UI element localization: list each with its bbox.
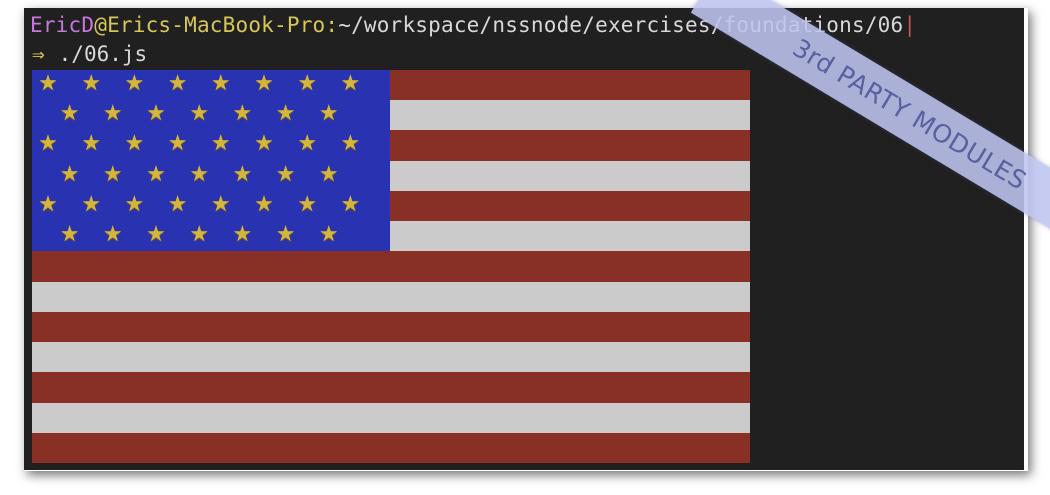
flag-stripe-red <box>32 311 750 343</box>
star-icon: ★ <box>340 131 361 157</box>
flag-canton: ★ ★ ★ ★ ★ ★ ★ ★ ★ ★ ★ ★ ★ ★ ★ ★ ★ ★ ★ ★ ★ ★ ★ ★ ★ ★ ★ ★ ★ ★ ★ ★ ★ ★ ★ ★ ★ ★ ★ ★… <box>32 70 390 251</box>
star-icon: ★ <box>146 101 166 127</box>
star-icon: ★ <box>275 161 296 187</box>
star-icon: ★ <box>232 101 253 127</box>
star-icon: ★ <box>275 222 296 247</box>
shell-prompt: EricD@Erics-MacBook-Pro:~/workspace/nssn… <box>30 10 916 40</box>
star-icon: ★ <box>81 131 102 157</box>
star-icon: ★ <box>124 191 145 217</box>
us-flag-output: ★ ★ ★ ★ ★ ★ ★ ★ ★ ★ ★ ★ ★ ★ ★ ★ ★ ★ ★ ★ ★ ★ ★ ★ ★ ★ ★ ★ ★ ★ ★ ★ ★ ★ ★ ★ ★ ★ ★ ★… <box>32 70 750 464</box>
flag-stripe-white <box>32 402 750 434</box>
star-icon: ★ <box>102 161 123 187</box>
star-icon: ★ <box>38 191 58 217</box>
star-icon: ★ <box>275 101 296 127</box>
star-icon: ★ <box>59 222 80 247</box>
star-icon: ★ <box>254 71 274 96</box>
star-icon: ★ <box>210 71 231 96</box>
star-icon: ★ <box>189 222 210 247</box>
prompt-user: EricD <box>30 13 95 37</box>
star-icon: ★ <box>297 71 318 96</box>
star-icon: ★ <box>59 161 80 187</box>
prompt-host: Erics-MacBook-Pro <box>107 13 326 37</box>
star-icon: ★ <box>297 131 318 157</box>
star-icon: ★ <box>124 131 145 157</box>
star-icon: ★ <box>232 161 253 187</box>
flag-stripe-red <box>32 372 750 404</box>
flag-stripe-white <box>32 281 750 313</box>
star-icon: ★ <box>189 161 210 187</box>
star-icon: ★ <box>340 191 361 217</box>
terminal-cursor: | <box>903 13 917 37</box>
terminal-window[interactable]: EricD@Erics-MacBook-Pro:~/workspace/nssn… <box>24 8 1024 470</box>
star-icon: ★ <box>124 71 145 96</box>
star-icon: ★ <box>210 191 231 217</box>
star-icon: ★ <box>189 101 210 127</box>
prompt-colon: : <box>325 13 339 37</box>
star-icon: ★ <box>167 131 188 157</box>
star-icon: ★ <box>59 101 80 127</box>
prompt-path: ~/workspace/nssnode/exercises/foundation… <box>338 13 904 37</box>
star-icon: ★ <box>210 131 231 157</box>
flag-stripe-white <box>32 342 750 373</box>
star-icon: ★ <box>102 222 123 247</box>
star-icon: ★ <box>254 191 274 217</box>
star-icon: ★ <box>102 101 123 127</box>
star-icon: ★ <box>318 222 339 247</box>
star-icon: ★ <box>146 161 166 187</box>
prompt-at: @ <box>94 13 108 37</box>
flag-stripe-red <box>32 251 750 283</box>
star-icon: ★ <box>81 71 102 96</box>
star-icon: ★ <box>318 161 339 187</box>
star-icon: ★ <box>38 71 58 96</box>
command-text: ./06.js <box>58 42 148 66</box>
flag-stripe-red <box>32 432 750 464</box>
star-icon: ★ <box>254 131 274 157</box>
star-icon: ★ <box>232 222 253 247</box>
star-icon: ★ <box>167 71 188 96</box>
star-icon: ★ <box>297 191 318 217</box>
star-icon: ★ <box>167 191 188 217</box>
star-icon: ★ <box>146 222 166 247</box>
star-icon: ★ <box>38 131 58 157</box>
arrow-icon: ⇒ <box>32 42 45 66</box>
command-line: ⇒ ./06.js <box>32 40 147 68</box>
star-icon: ★ <box>318 101 339 127</box>
star-icon: ★ <box>340 71 361 96</box>
star-icon: ★ <box>81 191 102 217</box>
